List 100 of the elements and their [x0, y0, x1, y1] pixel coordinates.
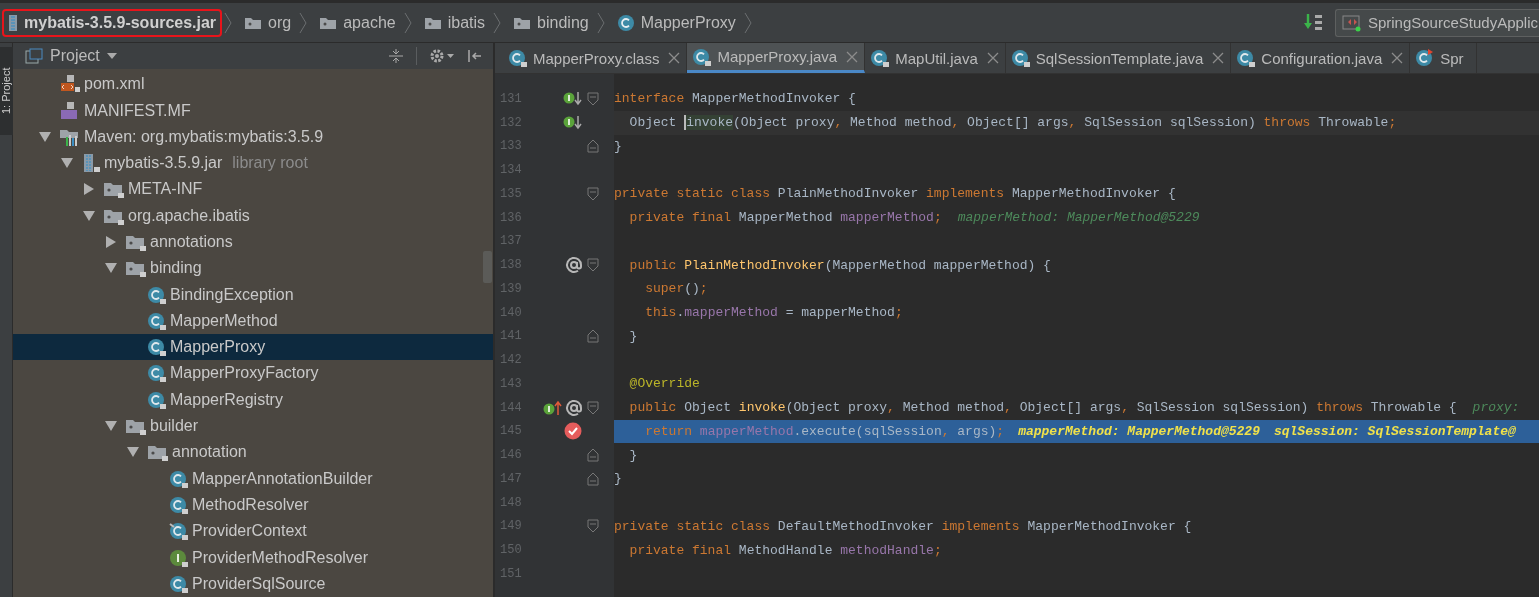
tree-item[interactable]: binding	[13, 255, 493, 282]
tree-item[interactable]: ProviderContext	[13, 518, 493, 545]
close-icon[interactable]	[986, 52, 999, 64]
tree-item[interactable]: org.apache.ibatis	[13, 202, 493, 229]
library-root-note: library root	[232, 154, 308, 173]
tree-toggle-icon[interactable]	[61, 157, 73, 170]
project-view-dropdown[interactable]: Project	[25, 47, 117, 66]
breadcrumb-item[interactable]: ibatis	[417, 8, 492, 37]
fold-marker-icon[interactable]	[587, 400, 599, 415]
code-text: return mapperMethod.execute(sqlSession, args);	[644, 423, 1005, 439]
tree-item[interactable]: pom.xml	[13, 71, 493, 98]
hide-panel-icon[interactable]	[467, 48, 483, 65]
code-text: }	[614, 471, 622, 487]
class-icon	[147, 363, 167, 384]
code-text: }	[614, 138, 622, 154]
chevron-icon	[299, 11, 308, 34]
project-tool-button[interactable]: 1: Project	[0, 47, 13, 135]
class-icon	[169, 494, 189, 515]
inline-value-hint: sqlSession: SqlSessionTemplate@	[1273, 423, 1516, 439]
tree-item[interactable]: BindingException	[13, 281, 493, 308]
tree-item[interactable]: META-INF	[13, 176, 493, 203]
implementing-marker-icon[interactable]	[543, 398, 563, 417]
class-icon	[147, 389, 167, 410]
tree-toggle-icon[interactable]	[105, 236, 117, 248]
breadcrumb-item[interactable]: mybatis-3.5.9-sources.jar	[2, 8, 223, 37]
tree-item[interactable]: MapperRegistry	[13, 386, 493, 413]
implemented-marker-icon[interactable]	[563, 113, 583, 132]
breadcrumb-item[interactable]: apache	[313, 8, 402, 37]
tree-toggle-icon[interactable]	[83, 183, 95, 196]
fold-marker-icon[interactable]	[587, 471, 599, 486]
tree-item[interactable]: MapperProxy	[13, 334, 493, 361]
override-marker-icon[interactable]	[565, 398, 583, 417]
fold-marker-icon[interactable]	[587, 258, 599, 273]
chevron-icon	[596, 11, 605, 34]
class-icon	[147, 310, 167, 331]
close-icon[interactable]	[846, 50, 859, 63]
implemented-marker-icon[interactable]	[563, 89, 583, 108]
run-configuration-dropdown[interactable]: SpringSourceStudyApplic	[1334, 8, 1539, 37]
code-text: public Object invoke(Object proxy, Method method, Object[] args, SqlSession sqlSession) throws Throwable {	[628, 400, 1457, 416]
tree-item[interactable]: annotations	[13, 228, 493, 256]
fold-marker-icon[interactable]	[587, 519, 599, 534]
class-icon	[169, 521, 189, 542]
breadcrumb-item[interactable]: binding	[507, 8, 595, 37]
tree-item[interactable]: mybatis-3.5.9.jar library root	[13, 149, 493, 177]
tree-item[interactable]: Maven: org.mybatis:mybatis:3.5.9	[13, 123, 493, 150]
tree-item[interactable]: MANIFEST.MF	[13, 97, 493, 124]
editor-tab[interactable]: SqlSessionTemplate.java	[1005, 43, 1232, 73]
inline-value-hint: proxy:	[1472, 400, 1520, 416]
breadcrumb-item[interactable]: MapperProxy	[610, 8, 742, 37]
close-icon[interactable]	[668, 52, 681, 64]
tree-toggle-icon[interactable]	[105, 420, 117, 433]
tree-item[interactable]: MethodResolver	[13, 491, 493, 519]
tree-item[interactable]: annotation	[13, 439, 493, 466]
fold-marker-icon[interactable]	[587, 139, 599, 154]
tree-toggle-icon[interactable]	[127, 446, 139, 459]
editor-tab[interactable]: MapperProxy.java	[687, 43, 866, 73]
code-text: }	[628, 328, 638, 344]
code-text: private final MethodHandle methodHandle;	[628, 542, 942, 558]
chevron-icon	[743, 11, 752, 34]
code-text: private final MapperMethod mapperMethod;	[628, 210, 942, 226]
fold-marker-icon[interactable]	[587, 186, 599, 201]
editor-tab[interactable]: MapperProxy.class	[503, 43, 688, 73]
fold-marker-icon[interactable]	[587, 91, 599, 106]
code-text: private static class PlainMethodInvoker implements MapperMethodInvoker {	[614, 186, 1176, 202]
application-icon	[1341, 13, 1362, 32]
editor-tab[interactable]: Configuration.java	[1231, 43, 1411, 73]
tree-item[interactable]: MapperProxyFactory	[13, 360, 493, 387]
override-marker-icon[interactable]	[565, 256, 583, 275]
folder-icon	[244, 15, 263, 30]
code-text: private static class DefaultMethodInvoker implements MapperMethodInvoker {	[614, 518, 1192, 534]
tree-toggle-icon[interactable]	[83, 209, 95, 222]
tree-item[interactable]: ProviderSqlSource	[13, 570, 493, 597]
code-text: this.mapperMethod = mapperMethod;	[644, 305, 903, 321]
class-icon	[169, 468, 189, 489]
class-icon	[1010, 48, 1033, 68]
tree-item[interactable]: MapperAnnotationBuilder	[13, 465, 493, 492]
tree-toggle-icon[interactable]	[39, 130, 51, 143]
jar-icon	[81, 153, 101, 174]
class-icon	[147, 284, 167, 305]
chevron-icon	[224, 11, 233, 34]
fold-marker-icon[interactable]	[587, 329, 599, 344]
tree-item[interactable]: builder	[13, 412, 493, 440]
collapse-all-icon[interactable]	[388, 48, 404, 65]
scrollbar-thumb[interactable]	[483, 251, 492, 284]
settings-icon[interactable]	[429, 48, 455, 65]
tree-item[interactable]: MapperMethod	[13, 307, 493, 335]
code-text: Object invoke(Object proxy, Method method, Object[] args, SqlSession sqlSession) throws Throwable;	[628, 115, 1397, 131]
class-icon	[169, 573, 189, 594]
code-text: interface MapperMethodInvoker {	[614, 91, 856, 107]
editor-tab[interactable]: MapUtil.java	[865, 43, 1006, 73]
fold-marker-icon[interactable]	[587, 448, 599, 463]
code-text: public PlainMethodInvoker(MapperMethod mapperMethod) {	[628, 257, 1051, 273]
tree-item[interactable]: ProviderMethodResolver	[13, 544, 493, 571]
breakpoint-icon[interactable]	[563, 421, 583, 442]
editor-tab[interactable]: Spr	[1410, 43, 1477, 73]
folder-icon	[423, 15, 442, 30]
tree-toggle-icon[interactable]	[105, 262, 117, 275]
breadcrumb-item[interactable]: org	[238, 8, 298, 37]
close-icon[interactable]	[1212, 52, 1225, 64]
close-icon[interactable]	[1391, 52, 1404, 64]
